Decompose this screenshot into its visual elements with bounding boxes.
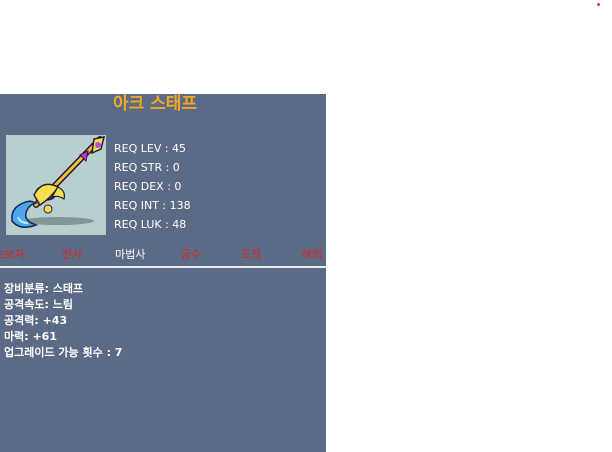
divider [0,266,326,268]
stat-equip-type: 장비분류: 스태프 [4,282,84,295]
staff-item-icon [6,135,106,235]
job-warrior: 전사 [62,248,83,261]
corner-dot [597,3,600,6]
job-archer: 궁수 [181,248,202,261]
stat-list: 장비분류: 스태프 공격속도: 느림 공격력: +43 마력: +61 업그레이… [4,281,122,361]
job-beginner: 초보자 [0,248,25,261]
req-dex: REQ DEX : 0 [114,180,182,193]
item-name: 아크 스태프 [112,94,198,114]
job-list: 초보자 전사 마법사 궁수 도적 해적 [0,247,326,263]
item-tooltip: 아크 스태프 REQ LEV : 45 REQ STR: 0 REQ DEX … [0,94,326,452]
req-luk: REQ LUK : 48 [114,218,187,231]
stat-magic: 마력: +61 [4,330,57,343]
stat-attack-speed: 공격속도: 느림 [4,298,73,311]
stat-upgrades: 업그레이드 가능 횟수 : 7 [4,346,123,359]
job-thief: 도적 [241,248,262,261]
stat-attack: 공격력: +43 [4,314,68,327]
requirements: REQ LEV : 45 REQ STR : 0 REQ DEX : 0 REQ… [114,139,191,234]
req-int: REQ INT : 138 [114,199,191,212]
req-str: REQ STR : 0 [114,161,180,174]
req-level: REQ LEV : 45 [114,142,187,155]
job-magician: 마법사 [115,248,146,261]
job-pirate: 해적 [302,248,323,261]
